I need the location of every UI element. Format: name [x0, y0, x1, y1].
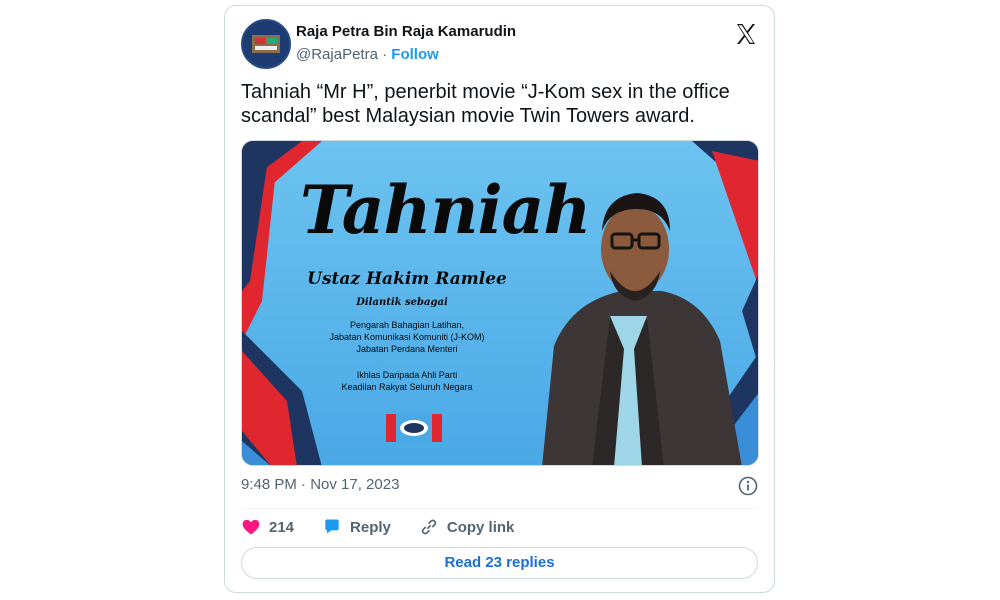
like-count: 214	[269, 518, 295, 536]
like-button[interactable]: 214	[241, 517, 294, 537]
flyer-from-2: Keadilan Rakyat Seluruh Negara	[341, 382, 473, 392]
copy-link-button[interactable]: Copy link	[419, 517, 515, 537]
flyer-title: Tahniah	[300, 171, 591, 249]
reply-label: Reply	[350, 518, 391, 536]
author-name[interactable]: Raja Petra Bin Raja Kamarudin	[296, 23, 516, 40]
divider	[241, 508, 758, 509]
flyer-position-2: Jabatan Komunikasi Komuniti (J-KOM)	[329, 332, 485, 342]
author-handle-row: @RajaPetra · Follow	[296, 46, 439, 63]
flyer-from-1: Ikhlas Daripada Ahli Parti	[356, 370, 458, 380]
reply-bubble-icon	[322, 517, 342, 537]
flyer-name: Ustaz Hakim Ramlee	[307, 269, 507, 289]
x-logo-icon[interactable]	[734, 22, 758, 46]
author-avatar[interactable]	[241, 19, 291, 69]
heart-icon	[241, 517, 261, 537]
link-icon	[419, 517, 439, 537]
flyer-position-3: Jabatan Perdana Menteri	[356, 344, 458, 354]
reply-button[interactable]: Reply	[322, 517, 391, 537]
author-handle[interactable]: @RajaPetra	[296, 46, 378, 63]
flyer-position-1: Pengarah Bahagian Latihan,	[349, 320, 465, 330]
tweet-text: Tahniah “Mr H”, penerbit movie “J-Kom se…	[241, 81, 730, 127]
tweet-timestamp[interactable]: 9:48 PM · Nov 17, 2023	[241, 476, 399, 493]
copy-link-label: Copy link	[446, 518, 515, 536]
follow-button[interactable]: Follow	[391, 46, 439, 63]
flyer-appointed: Dilantik sebagai	[356, 297, 448, 308]
tweet-image[interactable]: Tahniah Ustaz Hakim Ramlee Dilantik seba…	[241, 140, 759, 466]
action-bar: 214 Reply Copy link	[241, 515, 542, 539]
read-replies-button[interactable]: Read 23 replies	[241, 547, 758, 579]
separator: ·	[382, 46, 388, 63]
tweet-card: Raja Petra Bin Raja Kamarudin @RajaPetra…	[224, 5, 775, 593]
info-icon[interactable]	[738, 476, 758, 496]
